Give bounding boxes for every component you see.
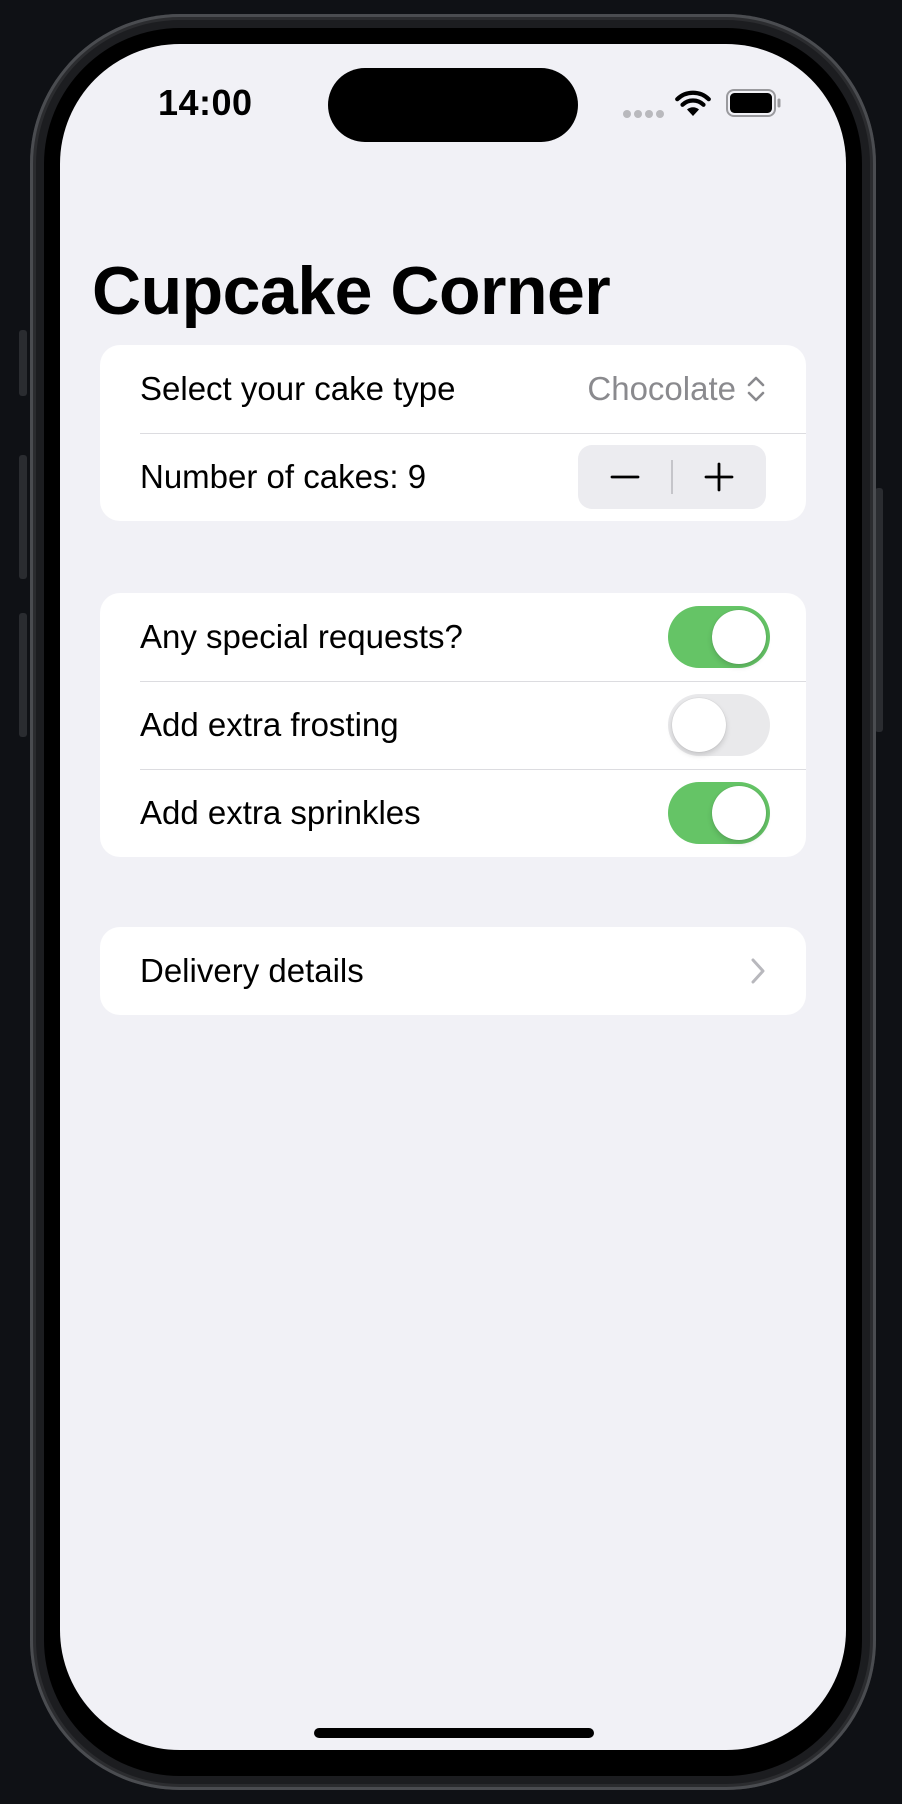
wifi-icon — [675, 90, 711, 116]
toggle-knob — [712, 786, 766, 840]
extra-sprinkles-label: Add extra sprinkles — [140, 794, 421, 831]
status-time: 14:00 — [158, 82, 253, 123]
extra-frosting-toggle[interactable] — [668, 694, 770, 756]
phone-screen: 14:00 Cupcake Corner Select your cake ty… — [60, 44, 846, 1750]
delivery-details-link[interactable]: Delivery details — [100, 927, 806, 1015]
battery-icon — [726, 89, 781, 117]
dynamic-island — [328, 68, 578, 142]
delivery-section: Delivery details — [100, 927, 806, 1015]
toggle-knob — [672, 698, 726, 752]
page-title: Cupcake Corner — [92, 253, 611, 329]
order-section: Select your cake type Chocolate Number o… — [100, 345, 806, 521]
delivery-details-label: Delivery details — [140, 952, 364, 989]
special-requests-row: Any special requests? — [100, 593, 806, 681]
signal-dots-icon — [623, 110, 665, 118]
quantity-row: Number of cakes: 9 — [100, 433, 806, 521]
special-requests-label: Any special requests? — [140, 618, 463, 655]
extra-frosting-row: Add extra frosting — [100, 681, 806, 769]
cake-type-picker[interactable]: Chocolate — [587, 345, 766, 433]
volume-down-button — [19, 613, 27, 737]
minus-icon — [610, 475, 640, 479]
extra-sprinkles-row: Add extra sprinkles — [100, 769, 806, 857]
extra-frosting-label: Add extra frosting — [140, 706, 399, 743]
volume-up-button — [19, 455, 27, 579]
power-button — [875, 488, 883, 732]
cake-type-label: Select your cake type — [140, 370, 456, 407]
plus-icon — [704, 462, 734, 492]
decrement-button[interactable] — [578, 445, 671, 509]
special-requests-toggle[interactable] — [668, 606, 770, 668]
chevron-up-down-icon — [747, 376, 765, 402]
action-button — [19, 330, 27, 396]
home-indicator[interactable] — [314, 1728, 594, 1738]
cake-type-picker-row[interactable]: Select your cake type Chocolate — [100, 345, 806, 433]
quantity-stepper[interactable] — [578, 445, 766, 509]
toggle-knob — [712, 610, 766, 664]
extra-sprinkles-toggle[interactable] — [668, 782, 770, 844]
increment-button[interactable] — [673, 445, 766, 509]
chevron-right-icon — [751, 958, 765, 984]
quantity-label: Number of cakes: 9 — [140, 458, 427, 495]
cake-type-value: Chocolate — [587, 370, 736, 407]
extras-section: Any special requests? Add extra frosting… — [100, 593, 806, 857]
